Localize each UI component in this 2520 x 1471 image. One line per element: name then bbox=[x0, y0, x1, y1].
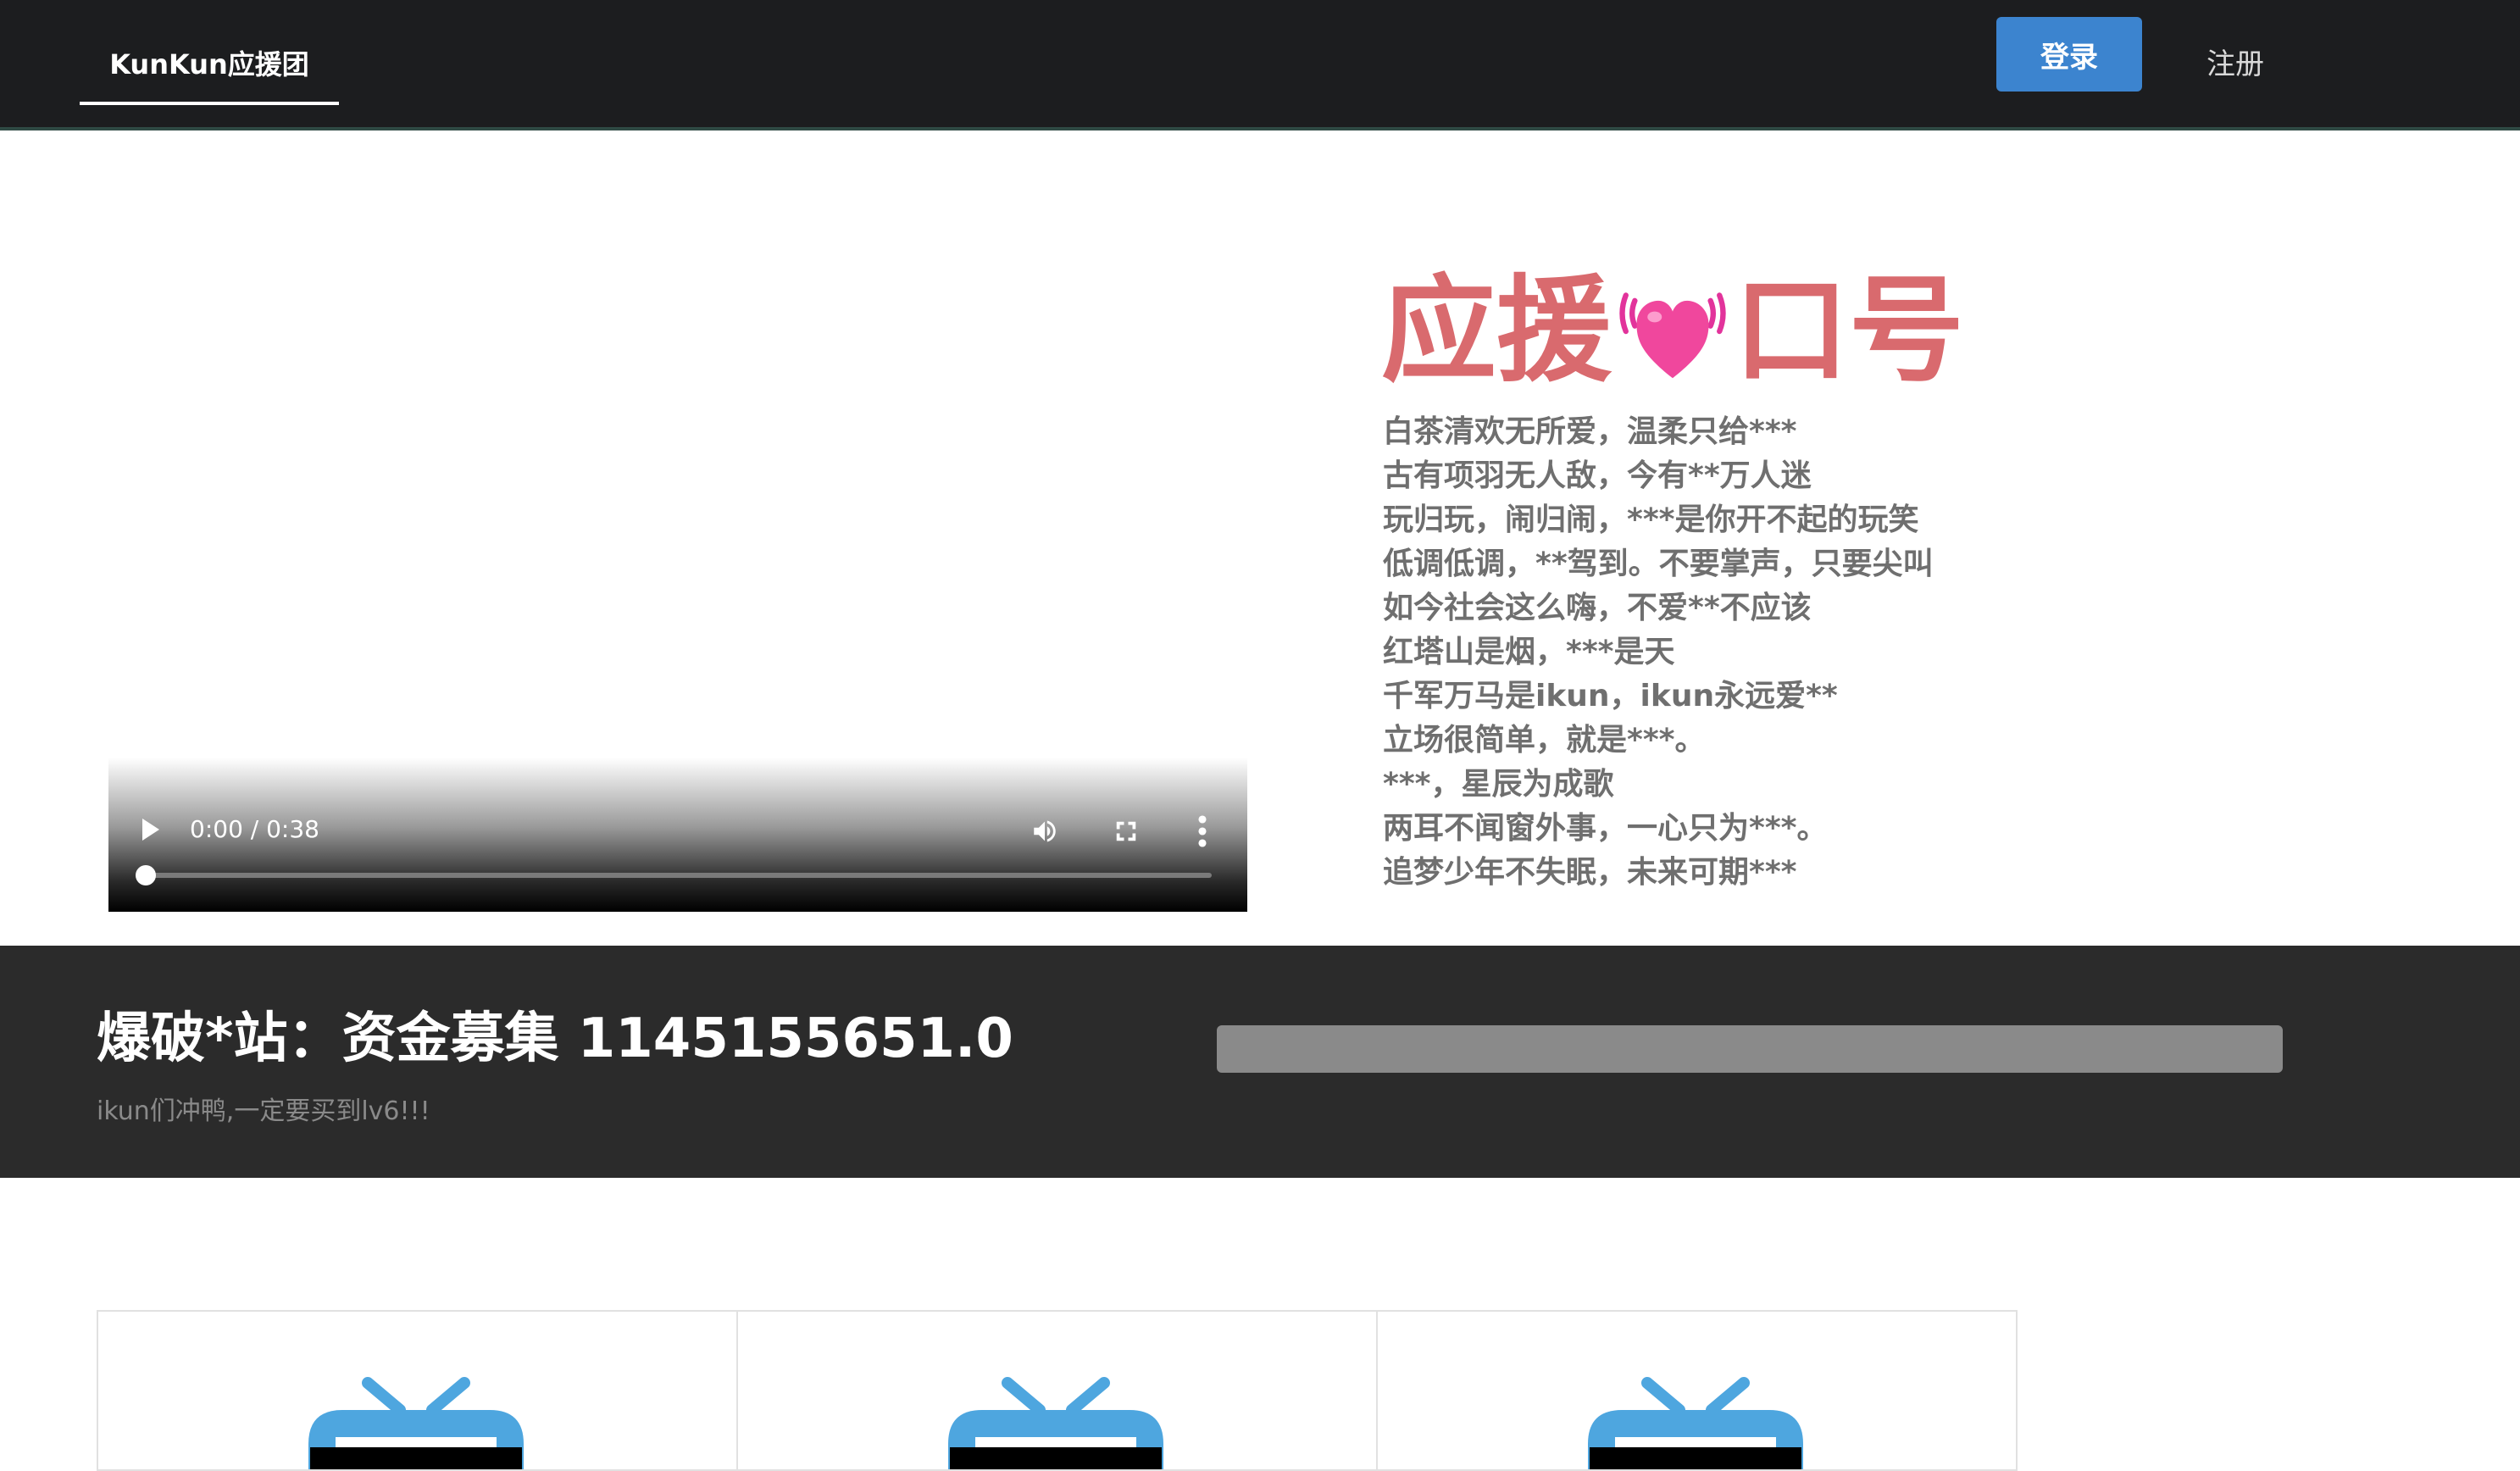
slogan-title-right: 口号 bbox=[1734, 264, 1964, 398]
slogan-line: 古有项羽无人敌，今有**万人迷 bbox=[1383, 458, 1812, 493]
funding-section: 爆破*站：资金募集 1145155651.0 ikun们冲鸭,一定要买到lv6!… bbox=[0, 946, 2520, 1178]
slogan-line: 追梦少年不失眠，未来可期*** bbox=[1383, 855, 1797, 890]
tv-icon bbox=[948, 1377, 1163, 1469]
login-button[interactable]: 登录 bbox=[1996, 17, 2142, 92]
funding-progress-bar bbox=[1217, 1025, 2283, 1073]
video-time: 0:00 / 0:38 bbox=[190, 815, 319, 843]
slogan-line: 低调低调，**驾到。不要掌声，只要尖叫 bbox=[1383, 547, 1934, 581]
card[interactable] bbox=[736, 1310, 1378, 1471]
beating-heart-icon bbox=[1619, 292, 1726, 379]
slogan-line: 白茶清欢无所爱，温柔只给*** bbox=[1383, 414, 1797, 449]
more-options-icon[interactable] bbox=[1196, 813, 1208, 849]
slogan-line: 立场很简单，就是***。 bbox=[1383, 723, 1706, 758]
slogan-line: ***，星辰为成歌 bbox=[1383, 767, 1614, 802]
tv-icon bbox=[308, 1377, 524, 1469]
slogan-line: 如今社会这么嗨，不爱**不应该 bbox=[1383, 591, 1812, 625]
funding-label: 爆破*站：资金募集 1145155651.0 bbox=[97, 1007, 1013, 1070]
fullscreen-icon[interactable] bbox=[1113, 819, 1139, 844]
slogan-line: 千军万马是ikun，ikun永远爱** bbox=[1383, 679, 1838, 713]
slogan-list: 白茶清欢无所爱，温柔只给*** 古有项羽无人敌，今有**万人迷 玩归玩，闹归闹，… bbox=[1383, 410, 2061, 895]
video-progress-thumb[interactable] bbox=[136, 865, 156, 885]
volume-icon[interactable] bbox=[1030, 817, 1059, 846]
funding-subtitle: ikun们冲鸭,一定要买到lv6!!! bbox=[97, 1096, 430, 1126]
slogan-title: 应援 口号 bbox=[1381, 268, 1964, 395]
video-player[interactable]: 0:00 / 0:38 bbox=[108, 758, 1247, 912]
play-icon[interactable] bbox=[142, 819, 159, 841]
card-row bbox=[97, 1310, 2020, 1471]
card[interactable] bbox=[1376, 1310, 2018, 1471]
slogan-line: 玩归玩，闹归闹，***是你开不起的玩笑 bbox=[1383, 502, 1919, 537]
register-link[interactable]: 注册 bbox=[2206, 42, 2264, 86]
brand-link[interactable]: KunKun应援团 bbox=[80, 42, 339, 105]
video-progress-track[interactable] bbox=[146, 873, 1212, 878]
card[interactable] bbox=[97, 1310, 738, 1471]
tv-icon bbox=[1588, 1377, 1803, 1469]
slogan-title-left: 应援 bbox=[1381, 264, 1612, 398]
slogan-line: 两耳不闻窗外事，一心只为***。 bbox=[1383, 811, 1828, 846]
slogan-line: 红塔山是烟，***是天 bbox=[1383, 635, 1675, 669]
top-navbar: KunKun应援团 登录 注册 bbox=[0, 0, 2520, 130]
